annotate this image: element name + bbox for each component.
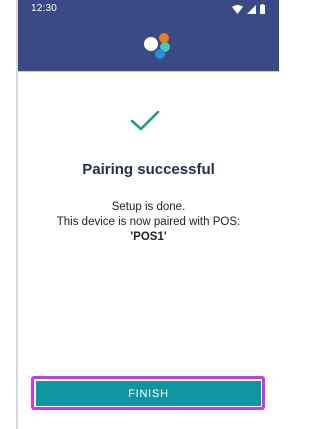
paired-device-text: This device is now paired with POS: — [56, 216, 241, 228]
setup-done-text: Setup is done. — [111, 201, 186, 213]
pos-name: 'POS1' — [130, 231, 167, 243]
page-title: Pairing successful — [82, 161, 215, 178]
app-bar-divider — [18, 71, 279, 72]
app-logo — [144, 33, 170, 59]
battery-icon — [260, 4, 265, 14]
app-bar — [18, 19, 279, 71]
check-icon — [130, 110, 160, 131]
device-screen: 12:30 Pairing successful Setup is done. … — [16, 0, 279, 429]
status-icons — [232, 4, 265, 14]
status-bar: 12:30 — [18, 0, 279, 19]
status-time: 12:30 — [31, 3, 58, 14]
signal-icon — [247, 4, 256, 14]
wifi-icon — [232, 4, 243, 14]
finish-button[interactable]: FINISH — [36, 381, 261, 406]
